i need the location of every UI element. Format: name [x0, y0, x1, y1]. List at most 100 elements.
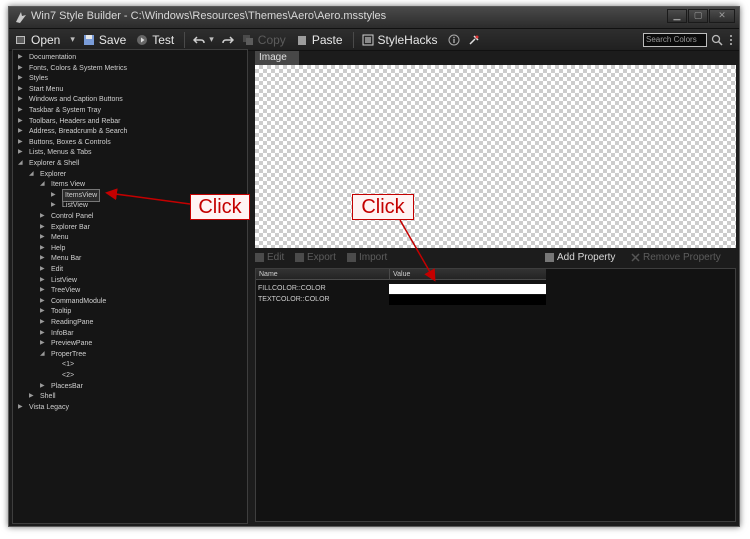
close-button[interactable]: ✕ [709, 9, 735, 23]
expanded-arrow-icon[interactable]: ◢ [40, 179, 47, 190]
tree-item[interactable]: ◢ Explorer & Shell [18, 158, 79, 169]
collapsed-arrow-icon[interactable]: ▶ [40, 243, 47, 254]
tree-item[interactable]: ▶ InfoBar [40, 328, 74, 339]
collapsed-arrow-icon[interactable]: ▶ [40, 381, 47, 392]
tree-item[interactable]: ◢ Explorer [29, 169, 66, 180]
tree-item[interactable]: ▶ Menu Bar [40, 253, 81, 264]
tree-item[interactable]: ▶ Shell [29, 391, 56, 402]
collapsed-arrow-icon[interactable]: ▶ [18, 84, 25, 95]
tree-item[interactable]: ▶ CommandModule [40, 296, 106, 307]
tree-item[interactable]: ▶ Taskbar & System Tray [18, 105, 101, 116]
add-property-button[interactable]: Add Property [545, 252, 615, 263]
edit-button[interactable]: Edit [255, 252, 284, 263]
remove-property-button[interactable]: Remove Property [631, 252, 721, 263]
undo-dropdown-arrow-icon[interactable]: ▾ [209, 34, 214, 45]
tree-item[interactable]: ▶ PreviewPane [40, 338, 92, 349]
tree-item[interactable]: ▶ Documentation [18, 52, 76, 63]
color-value-swatch[interactable] [389, 284, 546, 294]
tree-item[interactable]: ▶ Styles [18, 73, 48, 84]
info-icon[interactable] [448, 34, 460, 46]
tree-item[interactable]: ◢ ProperTree [40, 349, 86, 360]
collapsed-arrow-icon[interactable]: ▶ [18, 147, 25, 158]
collapsed-arrow-icon[interactable]: ▶ [40, 232, 47, 243]
collapsed-arrow-icon[interactable]: ▶ [18, 137, 25, 148]
tree-item[interactable]: ▶ Buttons, Boxes & Controls [18, 137, 111, 148]
tree-item[interactable]: <1> [51, 359, 74, 370]
tree-item[interactable]: ▶ Help [40, 243, 65, 254]
tree-item[interactable]: ▶ Toolbars, Headers and Rebar [18, 116, 120, 127]
copy-button[interactable]: Copy [242, 33, 286, 47]
tree-item[interactable]: ▶ Lists, Menus & Tabs [18, 147, 92, 158]
tree-item-label: Explorer Bar [51, 223, 90, 231]
collapsed-arrow-icon[interactable]: ▶ [18, 52, 25, 63]
property-grid[interactable]: Name Value FILLCOLOR::COLOR TEXTCOLOR::C… [255, 268, 736, 522]
column-header-name[interactable]: Name [256, 269, 278, 280]
collapsed-arrow-icon[interactable]: ▶ [18, 402, 25, 413]
paste-button[interactable]: Paste [296, 33, 343, 47]
expanded-arrow-icon[interactable]: ◢ [29, 169, 36, 180]
collapsed-arrow-icon[interactable]: ▶ [40, 264, 47, 275]
tree-item[interactable]: ▶ Vista Legacy [18, 402, 69, 413]
collapsed-arrow-icon[interactable]: ▶ [18, 73, 25, 84]
maximize-button[interactable]: ▢ [688, 9, 708, 23]
tree-item[interactable]: ▶ Explorer Bar [40, 222, 90, 233]
collapsed-arrow-icon[interactable]: ▶ [18, 94, 25, 105]
property-row[interactable]: TEXTCOLOR::COLOR [256, 295, 546, 305]
tree-item[interactable]: ▶ PlacesBar [40, 381, 83, 392]
expanded-arrow-icon[interactable]: ◢ [18, 158, 25, 169]
tree-item[interactable]: ▶ TreeView [40, 285, 80, 296]
collapsed-arrow-icon[interactable]: ▶ [40, 306, 47, 317]
tools-icon[interactable] [468, 34, 480, 46]
collapsed-arrow-icon[interactable]: ▶ [40, 338, 47, 349]
property-row[interactable]: FILLCOLOR::COLOR [256, 284, 546, 294]
search-icon[interactable] [711, 34, 723, 46]
tree-item[interactable]: ▶ ListView [40, 275, 77, 286]
import-button[interactable]: Import [347, 252, 387, 263]
save-button[interactable]: Save [83, 33, 126, 47]
tree-item[interactable]: ▶ Start Menu [18, 84, 63, 95]
export-button[interactable]: Export [295, 252, 336, 263]
collapsed-arrow-icon[interactable]: ▶ [29, 391, 36, 402]
color-value-swatch[interactable] [389, 295, 546, 305]
collapsed-arrow-icon[interactable]: ▶ [40, 222, 47, 233]
search-colors-input[interactable]: Search Colors [643, 33, 707, 47]
test-button[interactable]: Test [136, 33, 174, 47]
tree-item[interactable]: ▶ ItemsView [51, 188, 101, 202]
stylehacks-button[interactable]: StyleHacks [362, 33, 438, 47]
collapsed-arrow-icon[interactable]: ▶ [18, 105, 25, 116]
collapsed-arrow-icon[interactable]: ▶ [40, 253, 47, 264]
expanded-arrow-icon[interactable]: ◢ [40, 349, 47, 360]
collapsed-arrow-icon[interactable]: ▶ [40, 317, 47, 328]
collapsed-arrow-icon[interactable]: ▶ [51, 190, 58, 201]
undo-icon[interactable] [193, 34, 206, 46]
tree-item[interactable]: <2> [51, 370, 74, 381]
tree-item[interactable]: ▶ ReadingPane [40, 317, 93, 328]
collapsed-arrow-icon[interactable]: ▶ [18, 126, 25, 137]
minimize-button[interactable]: ▁ [667, 9, 687, 23]
collapsed-arrow-icon[interactable]: ▶ [51, 200, 58, 211]
collapsed-arrow-icon[interactable]: ▶ [40, 211, 47, 222]
collapsed-arrow-icon[interactable]: ▶ [18, 63, 25, 74]
style-tree-panel[interactable]: ▶ Documentation ▶ Fonts, Colors & System Me… [12, 49, 248, 524]
collapsed-arrow-icon[interactable]: ▶ [40, 296, 47, 307]
redo-icon[interactable] [222, 34, 234, 46]
tree-item[interactable]: ▶ Control Panel [40, 211, 93, 222]
menu-dots-icon[interactable] [727, 35, 735, 45]
collapsed-arrow-icon[interactable]: ▶ [18, 116, 25, 127]
tree-item[interactable]: ▶ Fonts, Colors & System Metrics [18, 63, 127, 74]
tree-item[interactable]: ▶ Menu [40, 232, 69, 243]
tree-item[interactable]: ▶ Windows and Caption Buttons [18, 94, 123, 105]
collapsed-arrow-icon[interactable]: ▶ [40, 328, 47, 339]
tree-item[interactable]: ▶ ListView [51, 200, 88, 211]
title-bar[interactable]: Win7 Style Builder - C:\Windows\Resource… [9, 7, 739, 29]
open-button[interactable]: Open [15, 33, 60, 47]
tree-item[interactable]: ▶ Tooltip [40, 306, 71, 317]
open-dropdown-arrow-icon[interactable]: ▾ [70, 34, 75, 45]
tree-item[interactable]: ▶ Edit [40, 264, 63, 275]
collapsed-arrow-icon[interactable]: ▶ [40, 275, 47, 286]
collapsed-arrow-icon[interactable]: ▶ [40, 285, 47, 296]
image-tab[interactable]: Image [255, 51, 299, 65]
tree-item[interactable]: ▶ Address, Breadcrumb & Search [18, 126, 127, 137]
column-header-value[interactable]: Value [389, 269, 546, 280]
image-preview-canvas [255, 65, 736, 248]
